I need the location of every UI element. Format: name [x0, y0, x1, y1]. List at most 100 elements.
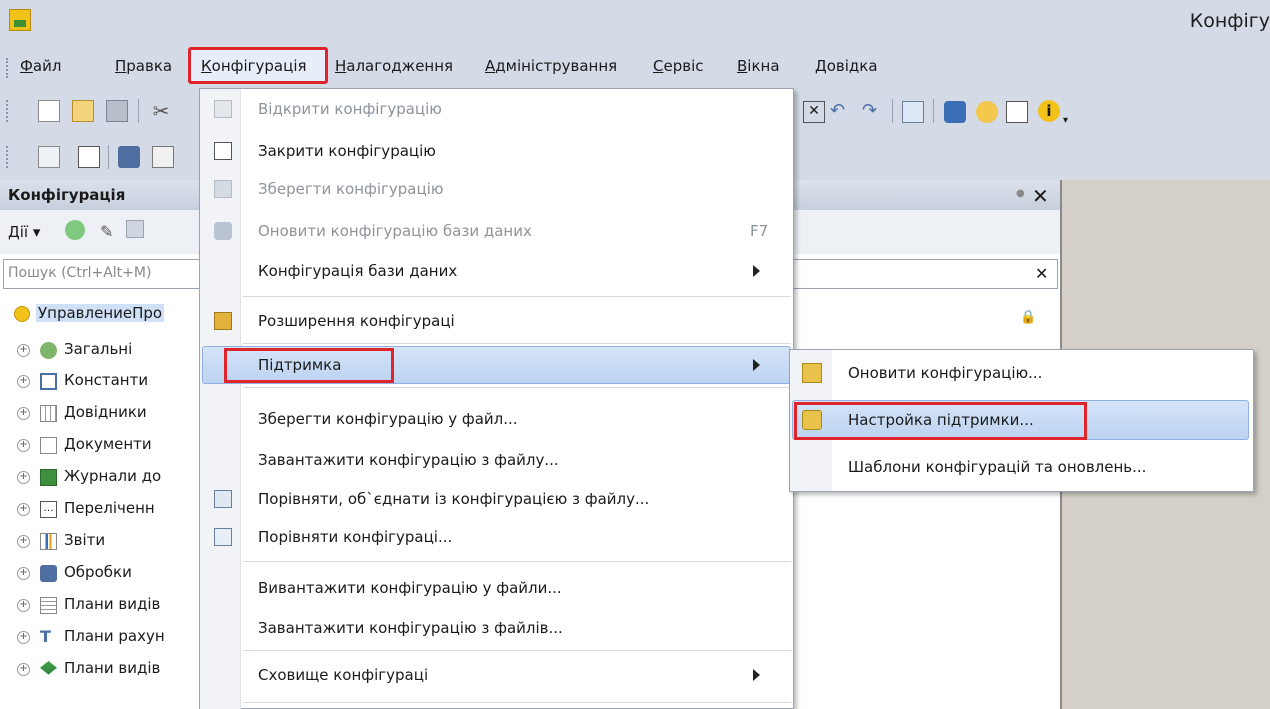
syntax-assistant-icon[interactable]	[944, 101, 966, 123]
config-db-icon[interactable]	[152, 146, 174, 168]
tree-item-label: Звіти	[64, 531, 106, 549]
menu-debug[interactable]: Налагодження	[335, 57, 453, 75]
search-placeholder: Пошук (Ctrl+Alt+M)	[8, 265, 152, 281]
toolbar-overflow-icon[interactable]: ▾	[1063, 115, 1068, 126]
menu-load-from-file[interactable]: Завантажити конфігурацію з файлу...	[200, 443, 793, 479]
close-config-icon	[214, 142, 232, 160]
toolbar-separator	[933, 99, 934, 123]
expand-icon[interactable]: +	[17, 344, 30, 357]
expand-icon[interactable]: +	[17, 471, 30, 484]
menu-windows[interactable]: Вікна	[737, 57, 780, 75]
open-folder-icon[interactable]	[72, 100, 94, 122]
actions-menu-button[interactable]: Дії ▾	[8, 223, 40, 241]
expand-icon[interactable]: +	[17, 439, 30, 452]
tree-item-enums[interactable]: + … Переліченн	[0, 498, 205, 524]
help-topic-icon[interactable]	[976, 101, 998, 123]
reports-icon	[40, 533, 57, 550]
find-prev-icon[interactable]: ↷	[862, 101, 884, 123]
update-db-icon[interactable]	[118, 146, 140, 168]
panel-title: Конфігурація	[8, 186, 126, 204]
menu-save-to-file[interactable]: Зберегти конфігурацію у файл...	[200, 402, 793, 438]
menu-file[interactable]: Файл	[20, 57, 61, 75]
save-icon[interactable]	[106, 100, 128, 122]
panel-pin-icon[interactable]: ●	[1016, 188, 1025, 199]
tree-item-documents[interactable]: + Документи	[0, 434, 205, 460]
toolbar-grip	[6, 100, 10, 122]
tree-item-constants[interactable]: + Константи	[0, 370, 205, 396]
open-config-icon	[214, 100, 232, 118]
menu-separator	[243, 387, 791, 388]
tree-item-reports[interactable]: + Звіти	[0, 530, 205, 556]
tree-item-chart-of-characteristics[interactable]: + Плани видів	[0, 594, 205, 620]
expand-icon[interactable]: +	[17, 535, 30, 548]
menu-extensions[interactable]: Розширення конфігураці	[200, 304, 793, 340]
toolbar-separator	[108, 145, 109, 169]
menu-separator	[243, 702, 791, 703]
menu-export-to-files[interactable]: Вивантажити конфігурацію у файли...	[200, 571, 793, 607]
windows-icon[interactable]	[902, 101, 924, 123]
tree-item-label: Константи	[64, 371, 149, 389]
menu-help[interactable]: Довідка	[815, 57, 878, 75]
save-config-icon	[214, 180, 232, 198]
menu-configuration[interactable]: Конфігурація	[201, 57, 307, 75]
tree-item-common[interactable]: + Загальні	[0, 339, 205, 365]
expand-icon[interactable]: +	[17, 503, 30, 516]
add-icon[interactable]	[65, 220, 85, 240]
reference-icon[interactable]	[1006, 101, 1028, 123]
tree-item-processors[interactable]: + Обробки	[0, 562, 205, 588]
menu-db-config[interactable]: Конфігурація бази даних	[200, 254, 793, 290]
toolbar-separator	[892, 99, 893, 123]
tree-item-label: Документи	[64, 435, 152, 453]
search-clear-icon[interactable]: ✕	[1035, 264, 1048, 283]
expand-icon[interactable]: +	[17, 599, 30, 612]
menu-open-config[interactable]: Відкрити конфігурацію	[200, 92, 793, 128]
expand-icon[interactable]: +	[17, 567, 30, 580]
menu-separator	[243, 343, 791, 344]
menubar-grip	[6, 58, 10, 78]
compare-icon	[214, 528, 232, 546]
update-config-icon	[802, 363, 822, 383]
database-icon	[214, 222, 232, 240]
expand-icon[interactable]: +	[17, 663, 30, 676]
submenu-update-config[interactable]: Оновити конфігурацію...	[790, 354, 1253, 394]
toolbar-separator	[138, 99, 139, 123]
tree-item-label: Журнали до	[64, 467, 162, 485]
tree-root-label: УправлениеПро	[36, 304, 165, 322]
submenu-templates[interactable]: Шаблони конфігурацій та оновлень...	[790, 448, 1253, 488]
cut-icon[interactable]: ✂	[150, 100, 172, 122]
constants-icon	[40, 373, 57, 390]
window-title: Конфігу	[1189, 10, 1270, 32]
copy-icon[interactable]	[126, 220, 144, 238]
menu-separator	[243, 650, 791, 651]
tree-item-label: Довідники	[64, 403, 147, 421]
tree-item-chart-of-accounts[interactable]: + Т Плани рахун	[0, 626, 205, 652]
info-icon[interactable]: i	[1038, 100, 1060, 122]
tree-root[interactable]: УправлениеПро	[0, 303, 205, 329]
tree-item-chart-of-calc-types[interactable]: + Плани видів	[0, 658, 205, 684]
menu-separator	[243, 296, 791, 297]
menu-compare-merge[interactable]: Порівняти, об`єднати із конфігурацією з …	[200, 482, 793, 518]
menu-service[interactable]: Сервіс	[653, 57, 704, 75]
menu-edit[interactable]: Правка	[115, 57, 172, 75]
tree-item-journals[interactable]: + Журнали до	[0, 466, 205, 492]
menu-administration[interactable]: Адміністрування	[485, 57, 617, 75]
menu-update-db-config[interactable]: Оновити конфігурацію бази даних F7	[200, 214, 793, 250]
cancel-search-icon[interactable]: ✕	[803, 101, 825, 123]
open-config-icon[interactable]	[38, 146, 60, 168]
menu-import-from-files[interactable]: Завантажити конфігурацію з файлів...	[200, 611, 793, 647]
tree-item-catalogs[interactable]: + Довідники	[0, 402, 205, 428]
menu-compare-configs[interactable]: Порівняти конфігураці...	[200, 520, 793, 556]
panel-close-icon[interactable]: ✕	[1032, 184, 1049, 208]
tree-item-label: Плани видів	[64, 595, 161, 613]
find-next-icon[interactable]: ↶	[830, 101, 852, 123]
menu-save-config[interactable]: Зберегти конфігурацію	[200, 172, 793, 208]
close-config-icon[interactable]	[78, 146, 100, 168]
menu-close-config[interactable]: Закрити конфігурацію	[200, 134, 793, 170]
menu-repository[interactable]: Сховище конфігураці	[200, 658, 793, 694]
new-document-icon[interactable]	[38, 100, 60, 122]
expand-icon[interactable]: +	[17, 375, 30, 388]
expand-icon[interactable]: +	[17, 407, 30, 420]
edit-icon[interactable]: ✎	[100, 222, 113, 241]
processors-icon	[40, 565, 57, 582]
expand-icon[interactable]: +	[17, 631, 30, 644]
